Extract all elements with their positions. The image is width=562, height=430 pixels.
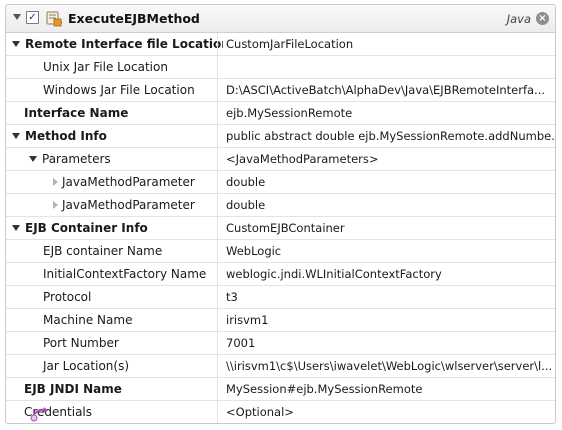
property-value[interactable] bbox=[217, 56, 555, 78]
property-name[interactable]: Remote Interface file Location bbox=[6, 33, 223, 55]
property-row[interactable]: Interface Name ejb.MySessionRemote bbox=[6, 102, 555, 125]
property-name[interactable]: Method Info bbox=[6, 125, 223, 147]
property-name: EJB JNDI Name bbox=[24, 382, 122, 396]
property-value[interactable]: double bbox=[217, 194, 555, 216]
property-row[interactable]: Remote Interface file Location CustomJar… bbox=[6, 33, 555, 56]
property-row[interactable]: Parameters <JavaMethodParameters> bbox=[6, 148, 555, 171]
language-label: Java bbox=[506, 12, 531, 26]
property-row[interactable]: JavaMethodParameter double bbox=[6, 171, 555, 194]
expand-arrow-icon[interactable] bbox=[53, 177, 58, 186]
expand-arrow-icon[interactable] bbox=[29, 155, 37, 162]
property-value[interactable]: t3 bbox=[217, 286, 555, 308]
property-value[interactable]: <JavaMethodParameters> bbox=[217, 148, 555, 170]
property-row[interactable]: Windows Jar File Location D:\ASCI\Active… bbox=[6, 79, 555, 102]
property-name: Interface Name bbox=[24, 106, 129, 120]
method-puzzle-icon bbox=[46, 11, 63, 27]
step-header[interactable]: ✓ ExecuteEJBMethod Java × bbox=[6, 5, 555, 33]
property-name[interactable]: EJB Container Info bbox=[6, 217, 223, 239]
property-value[interactable]: 7001 bbox=[217, 332, 555, 354]
property-value[interactable]: \\irisvm1\c$\Users\iwavelet\WebLogic\wls… bbox=[217, 355, 555, 377]
property-name[interactable]: Parameters bbox=[6, 148, 240, 170]
property-value[interactable]: CustomJarFileLocation bbox=[217, 33, 555, 55]
property-value[interactable]: <Optional> bbox=[217, 401, 555, 423]
property-row[interactable]: Port Number 7001 bbox=[6, 332, 555, 355]
property-row[interactable]: EJB container Name WebLogic bbox=[6, 240, 555, 263]
property-value[interactable]: CustomEJBContainer bbox=[217, 217, 555, 239]
property-row[interactable]: Method Info public abstract double ejb.M… bbox=[6, 125, 555, 148]
property-value[interactable]: MySession#ejb.MySessionRemote bbox=[217, 378, 555, 400]
close-icon[interactable]: × bbox=[536, 12, 549, 25]
property-row[interactable]: Jar Location(s) \\irisvm1\c$\Users\iwave… bbox=[6, 355, 555, 378]
property-value[interactable]: weblogic.jndi.WLInitialContextFactory bbox=[217, 263, 555, 285]
property-value[interactable]: D:\ASCI\ActiveBatch\AlphaDev\Java\EJBRem… bbox=[217, 79, 555, 101]
expand-arrow-icon[interactable] bbox=[53, 200, 58, 209]
property-row[interactable]: JavaMethodParameter double bbox=[6, 194, 555, 217]
property-row[interactable]: Unix Jar File Location bbox=[6, 56, 555, 79]
property-value[interactable]: irisvm1 bbox=[217, 309, 555, 331]
property-value[interactable]: ejb.MySessionRemote bbox=[217, 102, 555, 124]
property-row[interactable]: InitialContextFactory Name weblogic.jndi… bbox=[6, 263, 555, 286]
property-row[interactable]: Machine Name irisvm1 bbox=[6, 309, 555, 332]
property-row[interactable]: EJB JNDI Name MySession#ejb.MySessionRem… bbox=[6, 378, 555, 401]
collapse-arrow-icon[interactable] bbox=[13, 14, 21, 20]
property-value[interactable]: double bbox=[217, 171, 555, 193]
property-row[interactable]: EJB Container Info CustomEJBContainer bbox=[6, 217, 555, 240]
step-title: ExecuteEJBMethod bbox=[68, 11, 200, 26]
enabled-checkbox[interactable]: ✓ bbox=[26, 11, 39, 24]
expand-arrow-icon[interactable] bbox=[12, 224, 20, 231]
add-step-icon[interactable] bbox=[29, 404, 51, 422]
property-value[interactable]: WebLogic bbox=[217, 240, 555, 262]
expand-arrow-icon[interactable] bbox=[12, 132, 20, 139]
step-panel: ✓ ExecuteEJBMethod Java × Remote Interfa… bbox=[5, 4, 556, 424]
property-row[interactable]: Protocol t3 bbox=[6, 286, 555, 309]
expand-arrow-icon[interactable] bbox=[12, 40, 20, 47]
property-row[interactable]: Credentials <Optional> bbox=[6, 401, 555, 423]
property-value[interactable]: public abstract double ejb.MySessionRemo… bbox=[217, 125, 555, 147]
